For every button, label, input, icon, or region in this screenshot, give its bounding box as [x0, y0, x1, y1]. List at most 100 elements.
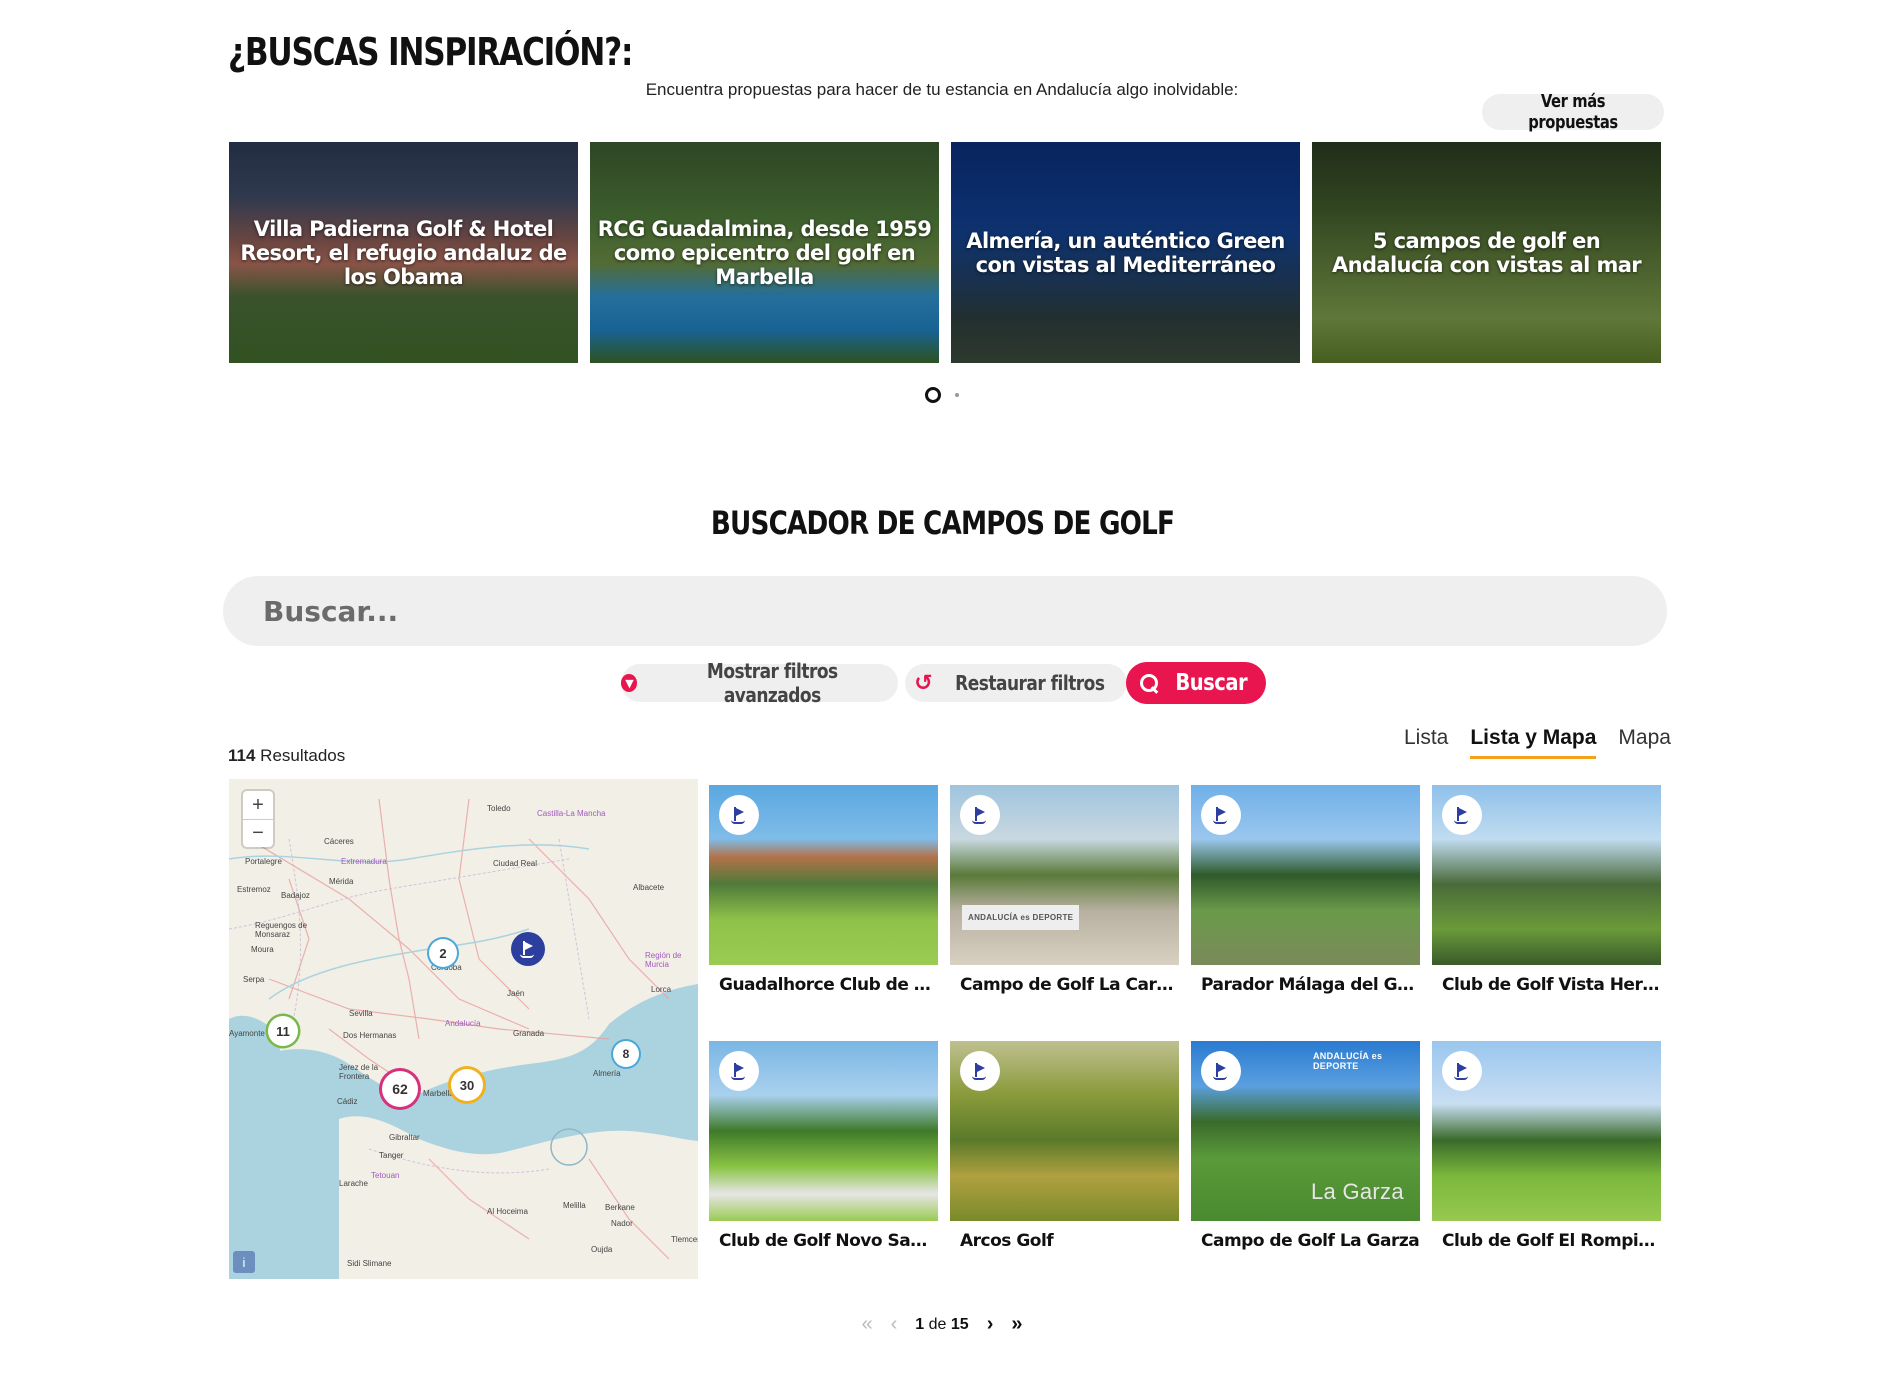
course-card[interactable]: Club de Golf Vista Hermosa: [1432, 785, 1661, 995]
map-label: Tanger: [379, 1151, 404, 1160]
map-label: Melilla: [563, 1201, 586, 1210]
flag-base: [972, 820, 986, 824]
course-name: Campo de Golf La Cartuja: [960, 975, 1179, 995]
course-name: Guadalhorce Club de Golf: [719, 975, 938, 995]
map-label: Lorca: [651, 985, 672, 994]
cluster-count: 2: [439, 945, 447, 961]
course-card[interactable]: Club de Golf Novo Sancti Petri: [709, 1041, 938, 1251]
card-title: RCG Guadalmina, desde 1959 como epicentr…: [597, 216, 932, 289]
card-title: 5 campos de golf en Andalucía con vistas…: [1331, 228, 1642, 277]
course-card[interactable]: Club de Golf El Rompido: [1432, 1041, 1661, 1251]
flag-base: [1213, 820, 1227, 824]
search-input[interactable]: [223, 576, 1667, 646]
carousel-dot-active[interactable]: [925, 387, 941, 403]
golf-flag-icon: [971, 1062, 989, 1080]
course-image: [709, 1041, 938, 1221]
course-badge: [1442, 1051, 1482, 1091]
map-label: Tetouan: [371, 1171, 400, 1180]
course-badge: [719, 795, 759, 835]
zoom-control: + −: [243, 791, 273, 847]
map-cluster[interactable]: 8: [613, 1041, 639, 1067]
results-label: Resultados: [260, 746, 346, 765]
map-cluster[interactable]: 11: [268, 1016, 298, 1046]
inspiration-card[interactable]: RCG Guadalmina, desde 1959 como epicentr…: [590, 142, 939, 363]
last-page-icon[interactable]: »: [1011, 1313, 1022, 1336]
course-card[interactable]: ANDALUCÍA es DEPORTE Campo de Golf La Ca…: [950, 785, 1179, 995]
golf-flag-icon: [1453, 806, 1471, 824]
zoom-out-button[interactable]: −: [243, 819, 273, 847]
map-label: Ayamonte: [229, 1029, 265, 1038]
inspiration-card[interactable]: Almería, un auténtico Green con vistas a…: [951, 142, 1300, 363]
course-card[interactable]: ANDALUCÍA es DEPORTE La Garza Campo de G…: [1191, 1041, 1420, 1251]
advanced-filters-button[interactable]: ▼ Mostrar filtros avanzados: [621, 659, 898, 707]
map-label: Larache: [339, 1179, 368, 1188]
map-label: Región de Murcia: [645, 951, 682, 969]
flag-base: [972, 1076, 986, 1080]
course-badge: [960, 1051, 1000, 1091]
course-image: [1432, 785, 1661, 965]
results-number: 114: [228, 746, 256, 765]
course-badge: [960, 795, 1000, 835]
map-label: Berkane: [605, 1203, 635, 1212]
golf-flag-icon: [971, 806, 989, 824]
map-label: Al Hoceima: [487, 1207, 528, 1216]
map-label: Reguengos de Monsaraz: [255, 921, 308, 939]
course-image: [709, 785, 938, 965]
card-title: Almería, un auténtico Green con vistas a…: [966, 228, 1285, 277]
course-card[interactable]: Arcos Golf: [950, 1041, 1179, 1251]
map-label: Andalucía: [445, 1019, 481, 1028]
course-name: Club de Golf Vista Hermosa: [1442, 975, 1661, 995]
map-label: Nador: [611, 1219, 633, 1228]
map-cluster[interactable]: 30: [451, 1069, 483, 1101]
golf-flag-icon: [1212, 806, 1230, 824]
course-card[interactable]: Guadalhorce Club de Golf: [709, 785, 938, 995]
course-name: Arcos Golf: [960, 1231, 1054, 1251]
map-label: Sevilla: [349, 1009, 373, 1018]
view-tabs: Lista Lista y Mapa Mapa: [1404, 726, 1671, 759]
map-label: Marbella: [423, 1089, 454, 1098]
carousel-dot[interactable]: [955, 393, 959, 397]
pagination: « ‹ 1 de 15 › »: [0, 1313, 1884, 1336]
golf-flag-icon: [1212, 1062, 1230, 1080]
map-label: Serpa: [243, 975, 265, 984]
map-cluster[interactable]: 2: [429, 939, 457, 967]
map-label: Albacete: [633, 883, 665, 892]
map-label: Jaén: [507, 989, 525, 998]
course-image: ANDALUCÍA es DEPORTE La Garza: [1191, 1041, 1420, 1221]
search-button[interactable]: Buscar: [1126, 662, 1266, 704]
map-cluster[interactable]: 62: [382, 1071, 418, 1107]
prev-page-icon[interactable]: ‹: [891, 1313, 898, 1336]
map-label: Moura: [251, 945, 274, 954]
inspiration-carousel: Villa Padierna Golf & Hotel Resort, el r…: [229, 142, 1661, 363]
current-page: 1: [915, 1315, 925, 1333]
course-badge: [1442, 795, 1482, 835]
tab-map[interactable]: Mapa: [1618, 726, 1671, 759]
next-page-icon[interactable]: ›: [987, 1313, 994, 1336]
course-card[interactable]: Parador Málaga del Golf: [1191, 785, 1420, 995]
tab-list[interactable]: Lista: [1404, 726, 1448, 759]
map-label: Cádiz: [337, 1097, 358, 1106]
inspiration-card[interactable]: 5 campos de golf en Andalucía con vistas…: [1312, 142, 1661, 363]
map-label: Extremadura: [341, 857, 387, 866]
zoom-in-button[interactable]: +: [243, 791, 273, 819]
reset-filters-button[interactable]: ↺ Restaurar filtros: [905, 664, 1127, 702]
map-info-button[interactable]: i: [233, 1251, 255, 1273]
inspiration-title: ¿BUSCAS INSPIRACIÓN?:: [228, 30, 633, 74]
cluster-count: 11: [276, 1023, 290, 1039]
tab-list-and-map[interactable]: Lista y Mapa: [1470, 726, 1597, 759]
golf-flag-icon: [519, 940, 537, 958]
results-count: 114 Resultados: [228, 746, 345, 766]
more-proposals-button[interactable]: Ver más propuestas: [1482, 91, 1664, 133]
inspiration-card[interactable]: Villa Padierna Golf & Hotel Resort, el r…: [229, 142, 578, 363]
search-button-label: Buscar: [1175, 670, 1247, 696]
course-overlay-text: La Garza: [1311, 1179, 1404, 1204]
flag-base: [1454, 820, 1468, 824]
flag-base: [1454, 1076, 1468, 1080]
map-marker-golf[interactable]: [511, 932, 545, 966]
map[interactable]: + − Toledo Castilla-La Mancha Cáceres Ex…: [229, 779, 698, 1279]
first-page-icon[interactable]: «: [862, 1313, 873, 1336]
reset-filters-label: Restaurar filtros: [955, 671, 1105, 695]
search-icon: [1139, 673, 1159, 693]
search-title: BUSCADOR DE CAMPOS DE GOLF: [0, 504, 1884, 542]
golf-flag-icon: [730, 1062, 748, 1080]
